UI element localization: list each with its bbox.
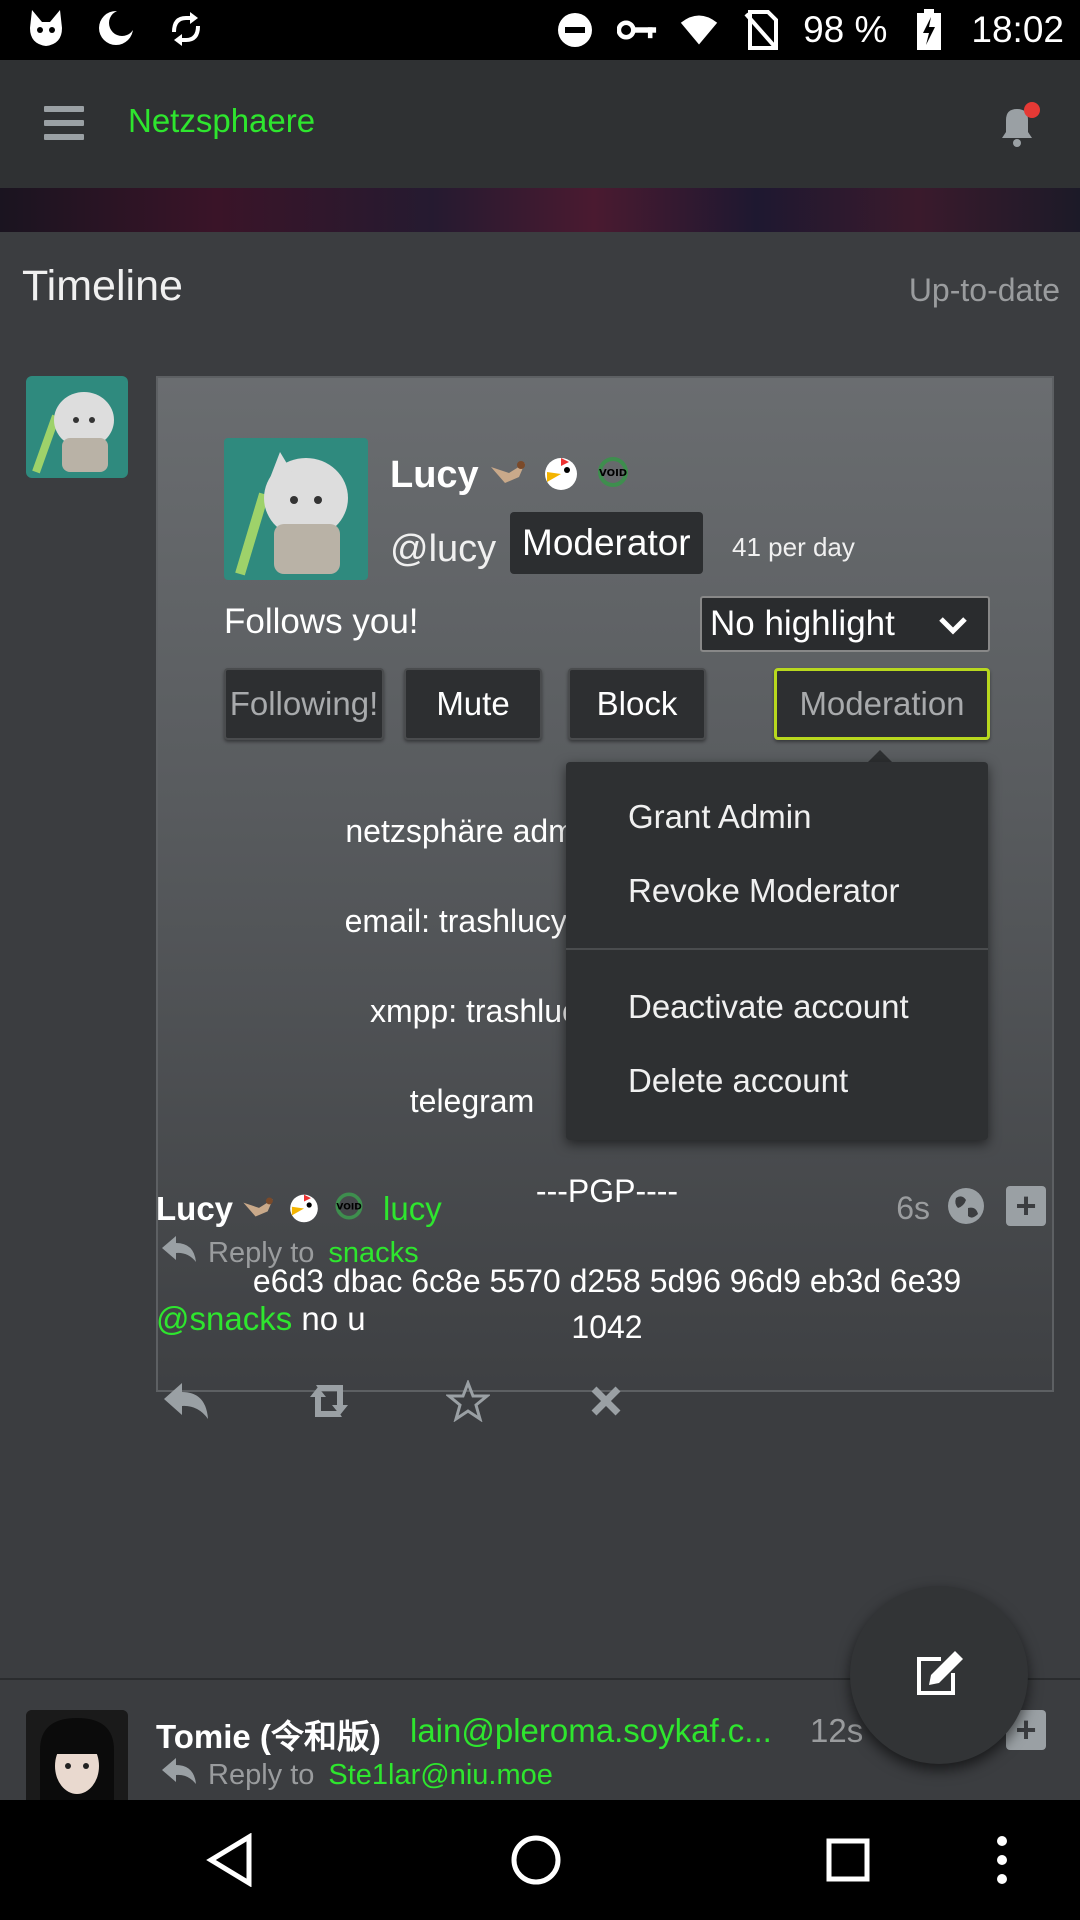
following-button[interactable]: Following! — [224, 668, 384, 740]
revoke-moderator-item[interactable]: Revoke Moderator — [628, 872, 899, 910]
bird-emoji-icon — [241, 1190, 277, 1228]
post-author-username[interactable]: lucy — [383, 1190, 442, 1228]
chicken-emoji-icon — [539, 448, 583, 502]
reply-arrow-icon — [160, 1756, 198, 1794]
back-icon[interactable] — [200, 1830, 260, 1890]
compose-button[interactable] — [850, 1586, 1028, 1764]
post-time[interactable]: 6s — [896, 1190, 930, 1227]
grant-admin-item[interactable]: Grant Admin — [628, 798, 811, 836]
battery-percent: 98 % — [803, 9, 888, 50]
posts-per-day: 41 per day — [732, 532, 855, 562]
app-bar: Netzsphaere — [0, 60, 1080, 188]
more-options-icon[interactable] — [972, 1830, 1032, 1890]
moderator-badge: Moderator — [510, 512, 703, 574]
expand-plus-icon[interactable]: + — [1006, 1185, 1046, 1226]
block-button[interactable]: Block — [568, 668, 706, 740]
reply-button[interactable] — [156, 1376, 298, 1426]
delete-x-icon[interactable] — [582, 1376, 724, 1426]
moon-icon — [96, 8, 136, 48]
post-author-name[interactable]: Tomie (令和版) — [156, 1710, 381, 1758]
delete-account-item[interactable]: Delete account — [628, 1062, 848, 1100]
reply-to-label: Reply to — [208, 1236, 315, 1269]
moderation-menu: Grant Admin Revoke Moderator Deactivate … — [566, 762, 988, 1140]
favorite-star-icon[interactable] — [440, 1376, 582, 1426]
key-icon — [617, 10, 657, 50]
chicken-emoji-icon — [285, 1186, 323, 1232]
post-actions — [156, 1376, 724, 1426]
no-sim-icon — [741, 10, 781, 50]
clock: 18:02 — [971, 9, 1064, 50]
menu-divider — [566, 948, 988, 950]
mute-button[interactable]: Mute — [404, 668, 542, 740]
reply-to-user-link[interactable]: Ste1lar@niu.moe — [328, 1759, 553, 1792]
navigation-bar — [0, 1800, 1080, 1920]
wifi-icon — [679, 10, 719, 50]
status-bar: 98 % 18:02 — [0, 0, 1080, 60]
globe-icon — [946, 1186, 986, 1226]
reply-to-line: Reply to snacks — [160, 1234, 419, 1272]
battery-icon — [909, 9, 949, 50]
sync-icon — [166, 8, 206, 48]
repeat-button[interactable] — [298, 1376, 440, 1426]
do-not-disturb-icon — [555, 10, 595, 50]
menu-icon[interactable] — [44, 106, 84, 140]
avatar[interactable] — [26, 376, 128, 478]
mention-link[interactable]: @snacks — [156, 1300, 292, 1337]
profile-banner — [0, 188, 1080, 234]
post-author-username[interactable]: lain@pleroma.soykaf.c... — [410, 1712, 772, 1750]
timeline-panel: Timeline Up-to-date Lucy VOID @lucy Mode… — [0, 232, 1080, 1800]
svg-text:VOID: VOID — [336, 1203, 361, 1213]
timeline-title: Timeline — [22, 262, 183, 310]
profile-avatar[interactable] — [224, 438, 368, 580]
post-author-name[interactable]: Lucy — [156, 1190, 233, 1228]
void-emoji-icon: VOID — [331, 1190, 367, 1228]
void-emoji-icon: VOID — [593, 454, 633, 497]
bird-emoji-icon — [489, 454, 529, 497]
post-text: no u — [292, 1300, 366, 1337]
reply-to-user-link[interactable]: snacks — [328, 1237, 418, 1270]
app-title[interactable]: Netzsphaere — [128, 102, 315, 140]
deactivate-account-item[interactable]: Deactivate account — [628, 988, 909, 1026]
highlight-select-value: No highlight — [710, 604, 895, 643]
app-icon — [26, 8, 66, 48]
profile-name-text: Lucy — [390, 453, 479, 496]
edit-icon — [911, 1647, 967, 1704]
reply-arrow-icon — [160, 1234, 198, 1272]
notifications-bell-icon[interactable] — [992, 100, 1042, 150]
profile-name: Lucy VOID — [390, 448, 633, 502]
home-icon[interactable] — [506, 1830, 566, 1890]
recents-icon[interactable] — [818, 1830, 878, 1890]
avatar[interactable] — [26, 1710, 128, 1812]
post-time[interactable]: 12s — [810, 1712, 863, 1750]
reply-to-line: Reply to Ste1lar@niu.moe — [160, 1756, 553, 1794]
moderation-button[interactable]: Moderation — [774, 668, 990, 740]
post-author: Lucy VOID lucy — [156, 1186, 442, 1232]
post-content: @snacks no u — [156, 1300, 366, 1338]
timeline-status: Up-to-date — [908, 272, 1060, 308]
highlight-select[interactable]: No highlight — [700, 596, 990, 652]
svg-text:VOID: VOID — [599, 468, 627, 479]
profile-handle: @lucy — [390, 528, 497, 570]
reply-to-label: Reply to — [208, 1758, 315, 1791]
follows-you-label: Follows you! — [224, 602, 419, 641]
chevron-down-icon — [936, 608, 970, 651]
